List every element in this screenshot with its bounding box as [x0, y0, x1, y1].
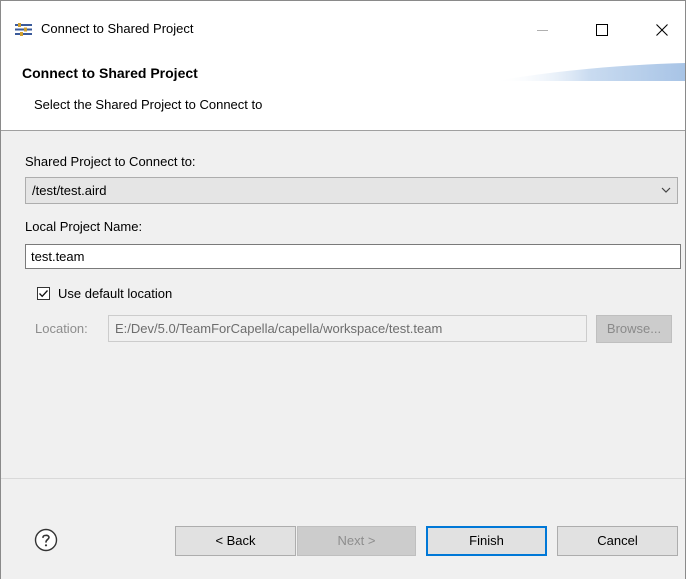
- local-project-name-value: test.team: [31, 249, 85, 264]
- next-button[interactable]: Next >: [297, 526, 416, 556]
- shared-project-select[interactable]: /test/test.aird: [25, 177, 678, 204]
- banner-swoosh-graphic: [495, 63, 685, 81]
- wizard-page-title: Connect to Shared Project: [22, 65, 198, 81]
- local-project-name-label: Local Project Name:: [25, 219, 143, 234]
- title-bar[interactable]: Connect to Shared Project: [1, 1, 685, 59]
- browse-button[interactable]: Browse...: [596, 315, 672, 343]
- wizard-banner: Connect to Shared Project Select the Sha…: [1, 59, 685, 131]
- help-icon[interactable]: [34, 528, 58, 552]
- close-button[interactable]: [639, 13, 685, 47]
- dialog-window: Connect to Shared Project Connect to Sha…: [0, 0, 686, 579]
- check-icon: [39, 290, 48, 298]
- wizard-content: Shared Project to Connect to: /test/test…: [1, 131, 685, 477]
- minimize-icon: [536, 29, 548, 31]
- wizard-page-description: Select the Shared Project to Connect to: [34, 97, 263, 112]
- use-default-location-checkbox[interactable]: [37, 287, 50, 300]
- location-input[interactable]: E:/Dev/5.0/TeamForCapella/capella/worksp…: [108, 315, 587, 342]
- back-button[interactable]: < Back: [175, 526, 296, 556]
- chevron-down-icon: [661, 187, 671, 193]
- shared-project-label: Shared Project to Connect to:: [25, 154, 196, 169]
- maximize-icon: [596, 24, 608, 36]
- close-icon: [656, 24, 668, 36]
- location-value: E:/Dev/5.0/TeamForCapella/capella/worksp…: [115, 321, 443, 336]
- wizard-app-icon: [15, 23, 32, 36]
- local-project-name-input[interactable]: test.team: [25, 244, 681, 269]
- wizard-button-bar: < Back Next > Finish Cancel: [1, 478, 685, 579]
- window-title: Connect to Shared Project: [41, 21, 194, 36]
- shared-project-value: /test/test.aird: [32, 183, 107, 198]
- cancel-button[interactable]: Cancel: [557, 526, 678, 556]
- maximize-button[interactable]: [579, 13, 625, 47]
- minimize-button[interactable]: [519, 13, 565, 47]
- location-label: Location:: [35, 321, 88, 336]
- finish-button[interactable]: Finish: [426, 526, 547, 556]
- use-default-location-label[interactable]: Use default location: [58, 286, 172, 301]
